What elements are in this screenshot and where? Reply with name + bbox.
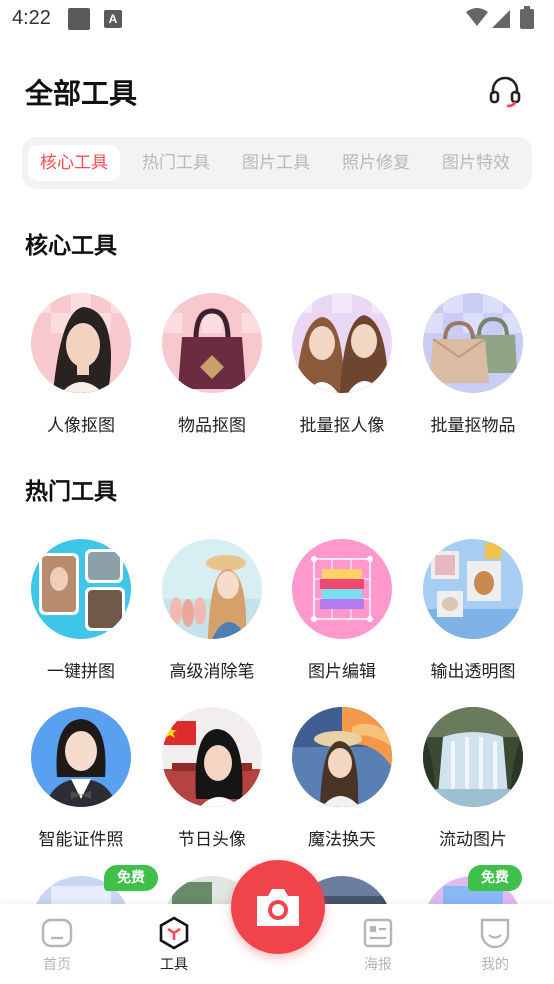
batch-object-thumbnail — [423, 293, 523, 393]
holiday-avatar-thumbnail — [162, 707, 262, 807]
tool-label: 魔法换天 — [308, 830, 376, 850]
tool-magic-sky[interactable]: 魔法换天 — [282, 707, 402, 850]
wifi-signal-battery-icon — [466, 6, 534, 29]
batch-portrait-thumbnail — [292, 293, 392, 393]
tab-core-tools[interactable]: 核心工具 — [28, 145, 120, 181]
transparent-export-thumbnail — [423, 539, 523, 639]
tool-eraser-pen[interactable]: 高级消除笔 — [152, 539, 272, 682]
portrait-cutout-thumbnail — [31, 293, 131, 393]
tool-label: 图片编辑 — [308, 662, 376, 682]
nav-item-poster[interactable]: 海报 — [343, 916, 413, 974]
eraser-pen-thumbnail — [162, 539, 262, 639]
section-title-hot: 热门工具 — [25, 479, 117, 505]
section-title-core: 核心工具 — [25, 233, 117, 259]
tab-photo-repair[interactable]: 照片修复 — [330, 145, 422, 181]
tool-label: 节日头像 — [178, 830, 246, 850]
tool-portrait-cutout[interactable]: 人像抠图 — [21, 293, 141, 436]
page-title: 全部工具 — [25, 77, 138, 110]
tool-label: 高级消除笔 — [169, 662, 255, 682]
tool-category-tabs: 核心工具 热门工具 图片工具 照片修复 图片特效 — [22, 137, 532, 189]
tool-batch-object-cutout[interactable]: 批量抠物品 — [413, 293, 533, 436]
tool-flowing-image[interactable]: 流动图片 — [413, 707, 533, 850]
camera-button[interactable] — [231, 860, 325, 954]
object-cutout-thumbnail — [162, 293, 262, 393]
collage-thumbnail — [31, 539, 131, 639]
headset-icon[interactable] — [488, 74, 522, 108]
nav-label-mine: 我的 — [481, 957, 509, 973]
tool-label: 物品抠图 — [178, 416, 246, 436]
tool-label: 一键拼图 — [47, 662, 115, 682]
profile-face-icon — [480, 918, 510, 949]
free-badge: 免费 — [468, 865, 522, 891]
flowing-image-thumbnail — [423, 707, 523, 807]
tool-transparent-export[interactable]: 输出透明图 — [413, 539, 533, 682]
status-time: 4:22 — [12, 7, 51, 29]
tool-label: 人像抠图 — [47, 416, 115, 436]
tab-image-tools[interactable]: 图片工具 — [230, 145, 322, 181]
poster-icon — [363, 918, 393, 948]
status-icons — [464, 6, 544, 36]
tool-label: 输出透明图 — [430, 662, 516, 682]
status-bar: 4:22 A — [0, 0, 554, 38]
notification-a-icon: A — [104, 10, 122, 28]
tab-hot-tools[interactable]: 热门工具 — [130, 145, 222, 181]
nav-item-tools[interactable]: 工具 — [139, 916, 209, 974]
home-icon — [41, 918, 73, 948]
nav-label-poster: 海报 — [364, 957, 392, 973]
tool-batch-portrait-cutout[interactable]: 批量抠人像 — [282, 293, 402, 436]
tool-label: 批量抠人像 — [299, 416, 385, 436]
id-photo-thumbnail — [31, 707, 131, 807]
tool-label: 批量抠物品 — [430, 416, 516, 436]
magic-sky-thumbnail — [292, 707, 392, 807]
tool-holiday-avatar[interactable]: 节日头像 — [152, 707, 272, 850]
tools-hexagon-icon — [159, 916, 189, 950]
nav-label-tools: 工具 — [160, 957, 188, 973]
tool-collage[interactable]: 一键拼图 — [21, 539, 141, 682]
tool-label: 流动图片 — [439, 830, 507, 850]
image-edit-thumbnail — [292, 539, 392, 639]
notification-square-icon — [68, 8, 90, 30]
tool-object-cutout[interactable]: 物品抠图 — [152, 293, 272, 436]
tab-image-effects[interactable]: 图片特效 — [430, 145, 522, 181]
tool-id-photo[interactable]: 智能证件照 — [21, 707, 141, 850]
nav-item-mine[interactable]: 我的 — [460, 916, 530, 974]
camera-icon — [257, 889, 299, 926]
tool-label: 智能证件照 — [38, 830, 124, 850]
nav-item-home[interactable]: 首页 — [22, 916, 92, 974]
free-badge: 免费 — [104, 865, 158, 891]
nav-label-home: 首页 — [43, 957, 71, 973]
tool-image-edit[interactable]: 图片编辑 — [282, 539, 402, 682]
